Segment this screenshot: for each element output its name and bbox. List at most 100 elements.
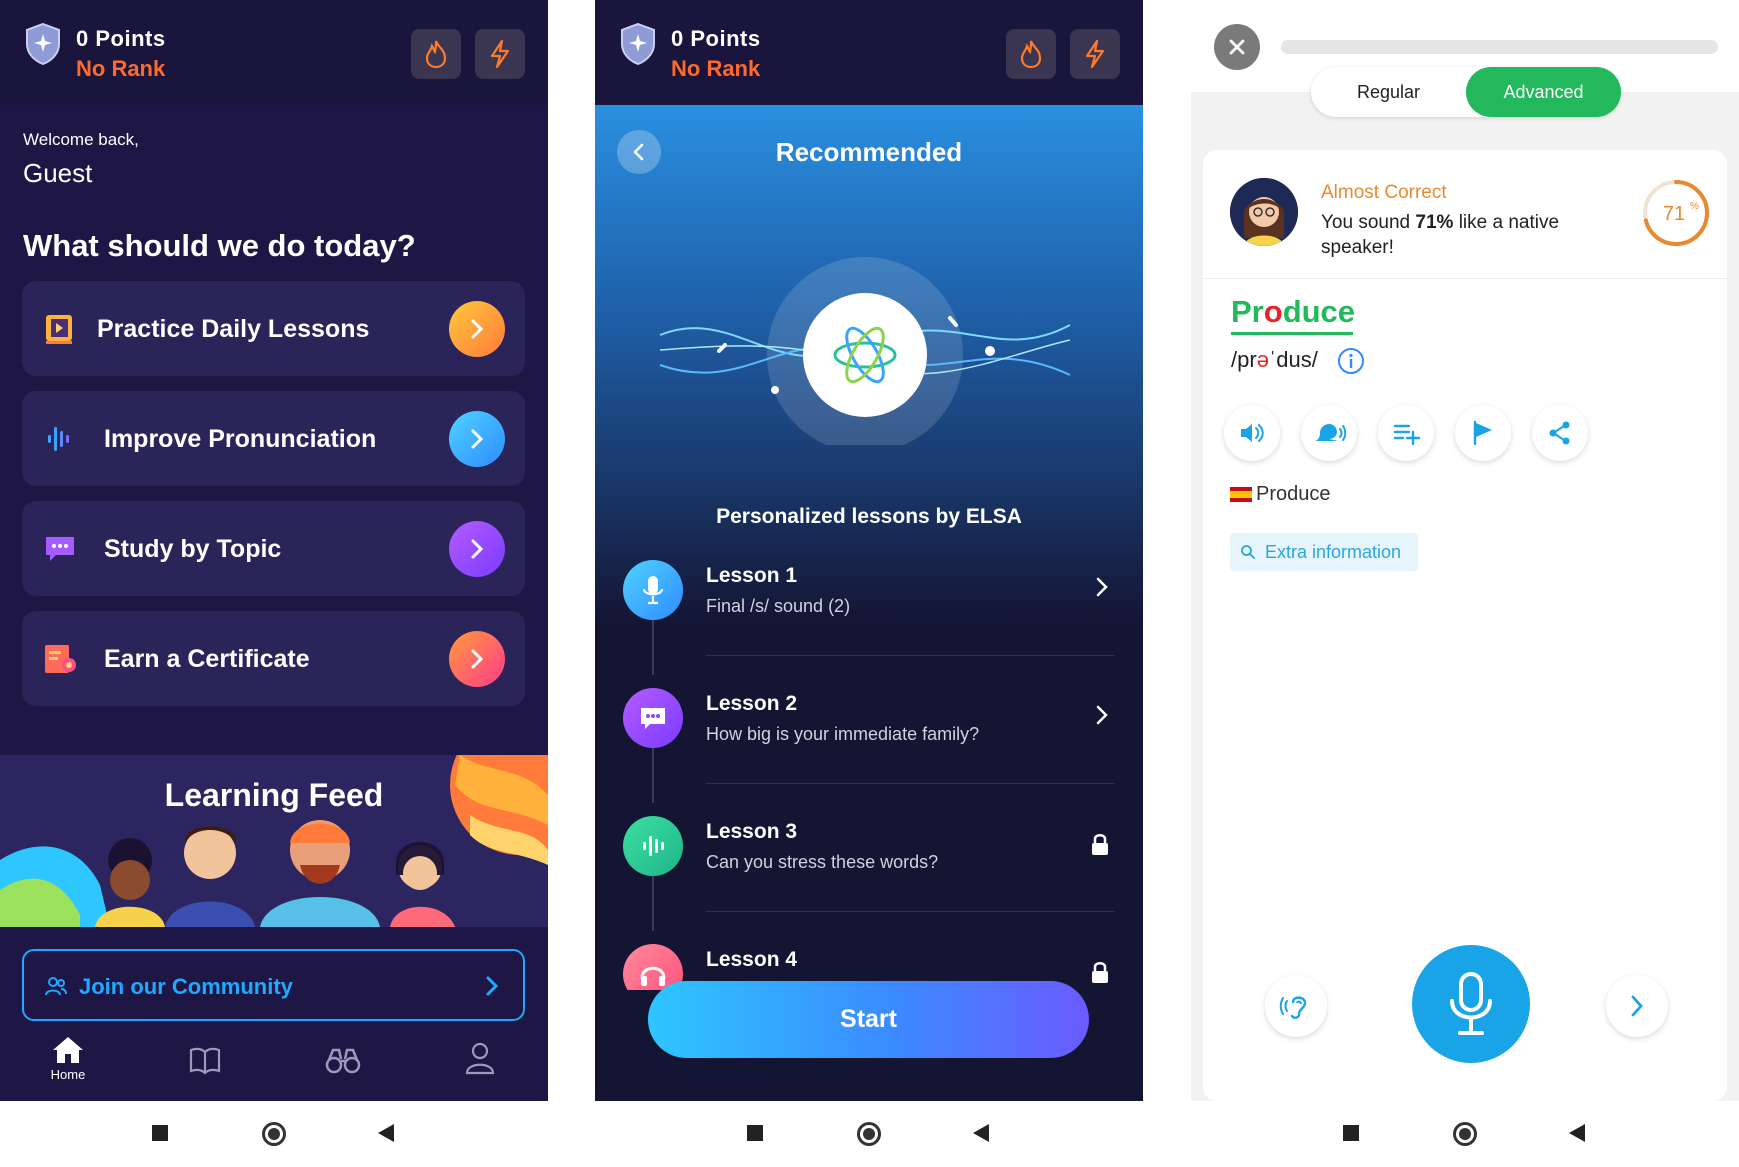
practice-word: Produce	[1231, 294, 1355, 330]
chevron-right-icon	[1096, 577, 1108, 597]
book-icon	[189, 1047, 221, 1075]
tab-label: Home	[50, 1067, 86, 1082]
home-system-button[interactable]	[1453, 1122, 1477, 1146]
ring-unit: %	[1690, 201, 1699, 212]
lesson-item[interactable]: Lesson 2 How big is your immediate famil…	[595, 682, 1143, 798]
flag-icon	[1473, 420, 1492, 446]
card-label: Improve Pronunciation	[104, 425, 377, 453]
personalized-subtitle: Personalized lessons by ELSA	[716, 505, 1022, 528]
lesson-item[interactable]: Lesson 1 Final /s/ sound (2)	[595, 554, 1143, 670]
certificate-icon	[45, 645, 76, 673]
chevron-right-icon[interactable]	[449, 631, 505, 687]
sound-wave-icon	[48, 427, 69, 451]
lightning-icon	[490, 39, 510, 69]
result-card: Almost Correct You sound 71% like a nati…	[1203, 150, 1727, 1101]
start-button[interactable]: Start	[648, 981, 1089, 1058]
card-label: Study by Topic	[104, 535, 282, 563]
back-system-button[interactable]	[378, 1124, 394, 1142]
divider	[1203, 278, 1727, 279]
recents-button[interactable]	[152, 1125, 168, 1141]
slow-audio-button[interactable]	[1301, 405, 1357, 461]
report-button[interactable]	[1455, 405, 1511, 461]
recents-button[interactable]	[1343, 1125, 1359, 1141]
translation: Produce	[1230, 483, 1331, 506]
energy-button[interactable]	[475, 29, 525, 79]
tab-explore[interactable]	[313, 1035, 373, 1095]
top-bar: 0 Points No Rank	[0, 0, 548, 105]
book-video-icon	[46, 315, 72, 344]
microphone-icon	[1450, 972, 1492, 1035]
points-label: 0 Points	[671, 26, 761, 51]
ipa-transcription: /prəˈdus/	[1231, 347, 1318, 373]
record-button[interactable]	[1412, 945, 1530, 1063]
lesson-description: Final /s/ sound (2)	[706, 596, 851, 616]
mode-regular[interactable]: Regular	[1311, 67, 1466, 117]
join-community-button[interactable]: Join our Community	[22, 949, 525, 1021]
share-icon	[1549, 421, 1570, 445]
listen-back-button[interactable]	[1265, 975, 1327, 1037]
back-system-button[interactable]	[973, 1124, 989, 1142]
top-bar: 0 Points No Rank	[595, 0, 1143, 105]
home-icon	[53, 1037, 83, 1063]
word-part: o	[1263, 294, 1283, 329]
chevron-right-icon[interactable]	[449, 411, 505, 467]
streak-button[interactable]	[411, 29, 461, 79]
points-label: 0 Points	[76, 26, 166, 51]
home-system-button[interactable]	[857, 1122, 881, 1146]
tab-library[interactable]	[175, 1035, 235, 1095]
rank-label: No Rank	[76, 56, 166, 81]
close-icon	[1229, 39, 1245, 55]
home-system-button[interactable]	[262, 1122, 286, 1146]
divider	[706, 655, 1115, 656]
lesson-title: Lesson 4	[706, 948, 798, 971]
improve-pronunciation-card[interactable]: Improve Pronunciation	[22, 391, 525, 486]
add-to-list-button[interactable]	[1378, 405, 1434, 461]
chat-bubble-icon	[46, 537, 74, 561]
chevron-right-icon	[1096, 705, 1108, 725]
back-system-button[interactable]	[1569, 1124, 1585, 1142]
shield-icon	[26, 22, 60, 66]
recommended-hero: Recommended Personalized lessons by ELSA	[595, 105, 1143, 625]
lesson-title: Lesson 2	[706, 692, 798, 715]
word-part: duce	[1282, 294, 1356, 329]
page-title: Recommended	[775, 137, 963, 167]
tab-home[interactable]: Home	[38, 1035, 98, 1095]
chevron-right-icon	[486, 976, 499, 996]
play-audio-button[interactable]	[1224, 405, 1280, 461]
next-button[interactable]	[1606, 975, 1668, 1037]
ipa-part: ˈdus/	[1268, 347, 1318, 372]
practice-daily-lessons-card[interactable]: Practice Daily Lessons	[22, 281, 525, 376]
page-title: What should we do today?	[23, 228, 416, 263]
user-name: Guest	[23, 158, 93, 188]
lock-icon	[1092, 962, 1108, 983]
streak-button[interactable]	[1006, 29, 1056, 79]
recents-button[interactable]	[747, 1125, 763, 1141]
extra-label: Extra information	[1265, 542, 1402, 562]
flame-icon	[425, 40, 447, 69]
divider	[706, 783, 1115, 784]
learning-feed-banner[interactable]: Learning Feed	[0, 755, 548, 927]
info-icon[interactable]	[1337, 347, 1365, 375]
ipa-part: /pr	[1231, 347, 1257, 372]
earn-certificate-card[interactable]: Earn a Certificate	[22, 611, 525, 706]
mode-advanced[interactable]: Advanced	[1466, 67, 1621, 117]
lesson-item[interactable]: Lesson 3 Can you stress these words?	[595, 810, 1143, 926]
speaker-icon	[1241, 424, 1264, 442]
playlist-add-icon	[1393, 424, 1420, 445]
extra-information-button[interactable]: Extra information	[1230, 533, 1418, 571]
elsa-logo-illustration	[659, 257, 1071, 445]
chevron-right-icon[interactable]	[449, 301, 505, 357]
sound-wave-icon	[623, 816, 683, 876]
share-button[interactable]	[1532, 405, 1588, 461]
score-prefix: You sound	[1321, 212, 1416, 233]
study-by-topic-card[interactable]: Study by Topic	[22, 501, 525, 596]
spain-flag-icon	[1230, 487, 1252, 502]
recommended-screen: 0 Points No Rank Recommended Personalize…	[595, 0, 1143, 1167]
shield-icon	[621, 22, 655, 66]
chevron-right-icon[interactable]	[449, 521, 505, 577]
tab-profile[interactable]	[450, 1035, 510, 1095]
energy-button[interactable]	[1070, 29, 1120, 79]
community-label: Join our Community	[79, 974, 293, 999]
profile-icon	[465, 1042, 495, 1075]
close-button[interactable]	[1214, 24, 1260, 70]
